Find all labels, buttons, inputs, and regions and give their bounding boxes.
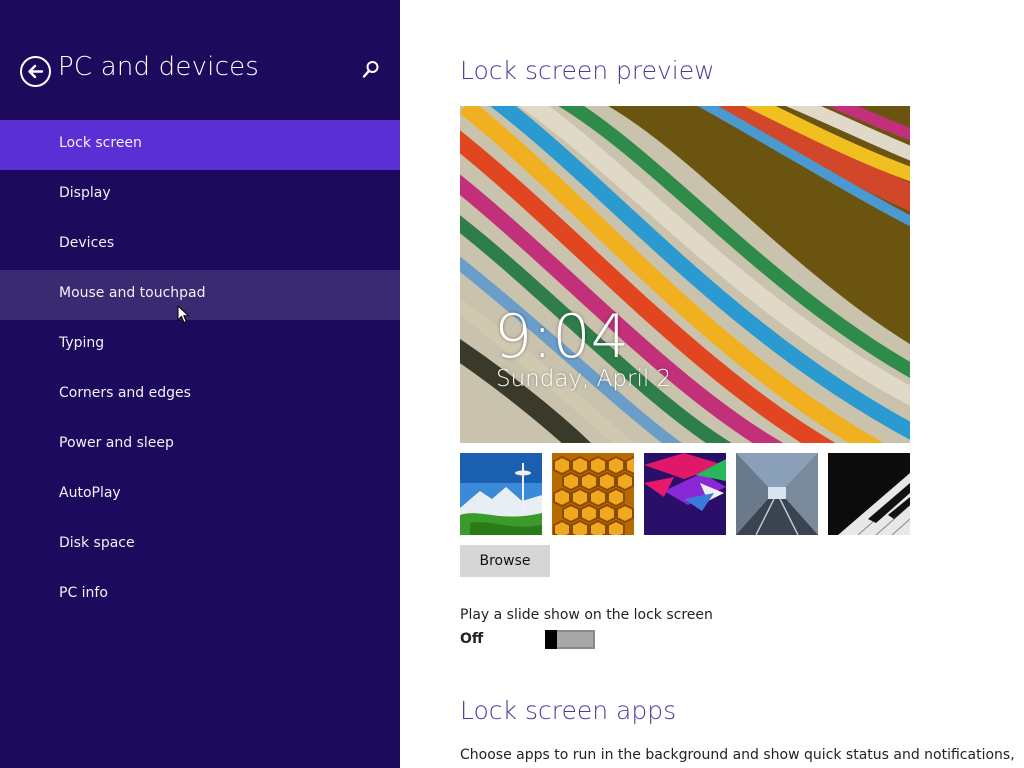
sidebar-item-label: Mouse and touchpad: [59, 285, 206, 301]
slideshow-toggle-state: Off: [460, 631, 484, 647]
sidebar-item-devices[interactable]: Devices: [0, 220, 400, 270]
sidebar: PC and devices Lock screen Display Devic…: [0, 0, 400, 768]
thumbnail-space-needle[interactable]: [460, 453, 542, 535]
back-arrow-icon: [28, 64, 44, 79]
sidebar-item-label: Lock screen: [59, 135, 142, 151]
sidebar-nav: Lock screen Display Devices Mouse and to…: [0, 120, 400, 620]
lock-screen-background-image: [460, 106, 910, 443]
sidebar-item-corners-and-edges[interactable]: Corners and edges: [0, 370, 400, 420]
thumbnail-geometric[interactable]: [644, 453, 726, 535]
search-icon[interactable]: [362, 60, 380, 80]
sidebar-item-label: Disk space: [59, 535, 135, 551]
sidebar-item-label: Devices: [59, 235, 115, 251]
geometric-shapes-image: [644, 453, 726, 535]
sidebar-item-mouse-and-touchpad[interactable]: Mouse and touchpad: [0, 270, 400, 320]
mouse-cursor-icon: [177, 305, 190, 324]
sidebar-item-lock-screen[interactable]: Lock screen: [0, 120, 400, 170]
section-heading-preview: Lock screen preview: [460, 56, 715, 85]
lock-screen-time: 9:04: [494, 302, 629, 372]
sidebar-item-label: Corners and edges: [59, 385, 191, 401]
sidebar-item-typing[interactable]: Typing: [0, 320, 400, 370]
section-heading-apps: Lock screen apps: [460, 696, 677, 725]
sidebar-item-label: Power and sleep: [59, 435, 174, 451]
sidebar-item-display[interactable]: Display: [0, 170, 400, 220]
thumbnail-piano[interactable]: [828, 453, 910, 535]
sidebar-item-pc-info[interactable]: PC info: [0, 570, 400, 620]
slideshow-toggle[interactable]: [545, 630, 595, 649]
page-title: PC and devices: [58, 52, 260, 82]
browse-button[interactable]: Browse: [460, 545, 550, 577]
sidebar-item-power-and-sleep[interactable]: Power and sleep: [0, 420, 400, 470]
lock-screen-date: Sunday, April 2: [496, 366, 672, 392]
sidebar-item-autoplay[interactable]: AutoPlay: [0, 470, 400, 520]
space-needle-image: [460, 453, 542, 535]
background-thumbnails: [460, 453, 910, 535]
back-button[interactable]: [20, 56, 51, 87]
sidebar-item-disk-space[interactable]: Disk space: [0, 520, 400, 570]
piano-keys-image: [828, 453, 910, 535]
toggle-knob: [545, 630, 557, 649]
lock-screen-preview: 9:04 Sunday, April 2: [460, 106, 910, 443]
sidebar-item-label: AutoPlay: [59, 485, 121, 501]
main-content: Lock screen preview 9:04 Sunday, April 2: [400, 0, 1024, 768]
sidebar-item-label: Typing: [59, 335, 105, 351]
sidebar-item-label: PC info: [59, 585, 108, 601]
apps-description: Choose apps to run in the background and…: [460, 747, 1015, 763]
honeycomb-image: [552, 453, 634, 535]
sidebar-item-label: Display: [59, 185, 111, 201]
thumbnail-honeycomb[interactable]: [552, 453, 634, 535]
slideshow-label: Play a slide show on the lock screen: [460, 607, 713, 623]
thumbnail-tunnel[interactable]: [736, 453, 818, 535]
tunnel-image: [736, 453, 818, 535]
